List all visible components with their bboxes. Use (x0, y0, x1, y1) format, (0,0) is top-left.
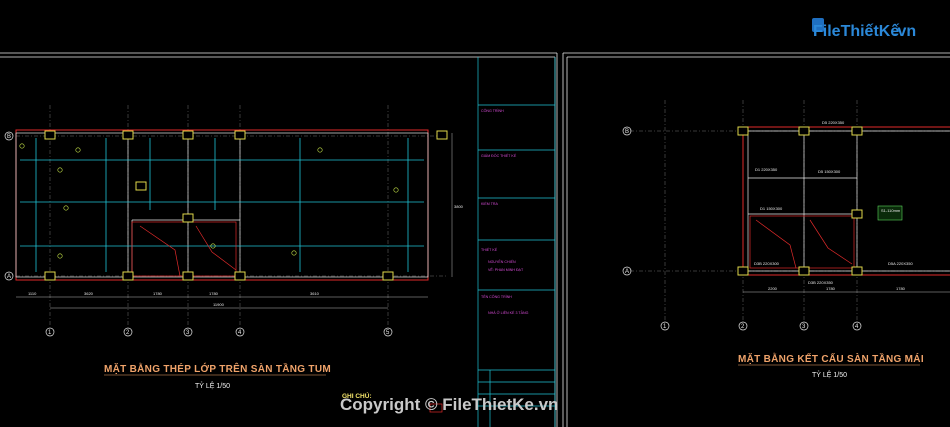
copyright-watermark: Copyright © FileThietKe.vn (340, 395, 558, 414)
tb-row-7: TÊN CÔNG TRÌNH (481, 294, 512, 299)
cad-drawing-canvas: FileThiếtKế .vn CÔNG TRÌNH GIÁM ĐỐC THIẾ… (0, 18, 950, 427)
right-beam-tag-4: D3B 220X300 (754, 261, 780, 266)
tb-row-4: THIẾT KẾ (481, 247, 498, 252)
left-col-label-4: 4 (238, 330, 242, 336)
logo-brand: FileThiếtKế (813, 23, 899, 40)
left-col-label-1: 1 (48, 330, 52, 336)
right-dim-3: 1780 (896, 286, 906, 291)
left-row-label-b: B (7, 134, 11, 140)
right-plan-scale: TỶ LỆ 1/50 (812, 370, 847, 379)
left-dim-1: 1110 (28, 291, 37, 296)
right-beam-tag-1: D5 220X350 (822, 120, 845, 125)
right-dim-2: 1780 (826, 286, 836, 291)
title-block: CÔNG TRÌNH GIÁM ĐỐC THIẾT KẾ KIỂM TRA TH… (477, 57, 556, 427)
tb-row-6: VẼ: PHAN MINH ĐẠT (488, 267, 524, 272)
right-col-label-1: 1 (663, 324, 667, 330)
right-beam-tag-5: D3B 220X350 (808, 280, 834, 285)
right-col-label-3: 3 (802, 324, 806, 330)
left-plan-title: MẶT BẰNG THÉP LỚP TRÊN SÀN TẦNG TUM (104, 362, 331, 375)
right-sheet-frame (562, 52, 950, 427)
tb-row-2: GIÁM ĐỐC THIẾT KẾ (481, 153, 517, 158)
left-dim-3: 1780 (153, 291, 163, 296)
left-col-label-3: 3 (186, 330, 190, 336)
logo-tld: .vn (893, 23, 916, 40)
right-beam-tag-6: D5A 220X350 (888, 261, 913, 266)
right-col-label-4: 4 (855, 324, 859, 330)
right-beam-tag-7: D1 220X350 (755, 167, 778, 172)
right-beam-tag-3: D1 150X300 (760, 206, 783, 211)
left-dim-2: 3620 (84, 291, 94, 296)
left-col-label-2: 2 (126, 330, 130, 336)
left-plan: B A 1 2 3 4 5 1110 3620 1780 1780 3610 1… (4, 105, 464, 413)
tb-row-5: NGUYỄN CHIẾN (488, 259, 516, 264)
right-col-label-2: 2 (741, 324, 745, 330)
right-slab-tag: S1-110mm (881, 208, 901, 213)
right-plan: S1-110mm D5 220X350 D5 150X300 D1 150X30… (622, 100, 950, 379)
left-side-dim: 3800 (454, 204, 464, 209)
left-dim-4: 1780 (209, 291, 219, 296)
right-row-label-b: B (625, 129, 629, 135)
tb-row-3: KIỂM TRA (481, 201, 499, 206)
site-logo[interactable]: FileThiếtKế .vn (812, 18, 916, 40)
tb-row-8: NHÀ Ở LIÊN KẾ 3 TẦNG (488, 310, 529, 315)
left-plan-scale: TỶ LỆ 1/50 (195, 381, 230, 390)
left-col-label-5: 5 (386, 330, 390, 336)
right-beam-tag-2: D5 150X300 (818, 169, 841, 174)
tb-row-1: CÔNG TRÌNH (481, 108, 504, 113)
right-row-label-a: A (625, 269, 629, 275)
left-total-dim: 11900 (213, 302, 225, 307)
right-dim-1: 2200 (768, 286, 778, 291)
right-plan-title: MẶT BẰNG KẾT CẤU SÀN TẦNG MÁI (738, 352, 924, 365)
left-row-label-a: A (7, 274, 11, 280)
left-dim-5: 3610 (310, 291, 320, 296)
